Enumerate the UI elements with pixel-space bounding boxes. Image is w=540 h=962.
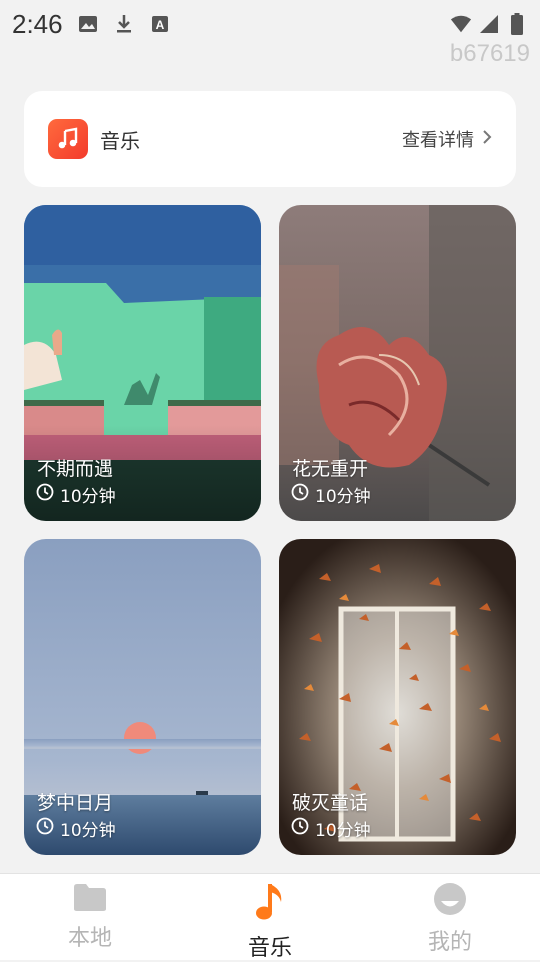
view-details-link[interactable]: 查看详情 bbox=[402, 126, 492, 152]
tile-duration: 10分钟 bbox=[36, 482, 116, 507]
chevron-right-icon bbox=[482, 129, 492, 150]
playlist-tile[interactable]: 破灭童话 10分钟 bbox=[279, 539, 516, 855]
nav-label: 音乐 bbox=[247, 936, 292, 961]
playlist-tile[interactable]: 花无重开 10分钟 bbox=[279, 205, 516, 521]
nav-item-local[interactable]: 本地 bbox=[0, 874, 180, 960]
tile-duration-text: 10分钟 bbox=[60, 487, 116, 507]
text-a-icon: A bbox=[149, 13, 171, 35]
bottom-nav: 本地 音乐 我的 bbox=[0, 873, 540, 961]
status-time: 2:46 bbox=[12, 8, 63, 39]
signal-icon bbox=[478, 13, 500, 35]
view-details-label: 查看详情 bbox=[402, 130, 474, 151]
clock-icon bbox=[291, 483, 309, 506]
tile-title: 梦中日月 bbox=[37, 792, 114, 814]
wifi-icon bbox=[450, 13, 472, 35]
tile-duration: 10分钟 bbox=[291, 482, 371, 507]
nav-label: 本地 bbox=[67, 926, 112, 951]
tile-title: 花无重开 bbox=[292, 458, 369, 480]
tile-duration-text: 10分钟 bbox=[315, 821, 371, 841]
nav-item-music[interactable]: 音乐 bbox=[180, 874, 360, 961]
battery-icon bbox=[506, 13, 528, 35]
clock-icon bbox=[36, 817, 54, 840]
svg-text:A: A bbox=[155, 18, 164, 32]
nav-item-mine[interactable]: 我的 bbox=[360, 874, 540, 960]
music-card-title: 音乐 bbox=[100, 128, 140, 153]
playlist-tile[interactable]: 梦中日月 10分钟 bbox=[24, 539, 261, 855]
tile-title: 破灭童话 bbox=[292, 792, 369, 814]
tile-duration: 10分钟 bbox=[36, 816, 116, 841]
playlist-tile[interactable]: 不期而遇 10分钟 bbox=[24, 205, 261, 521]
folder-icon bbox=[73, 882, 107, 916]
image-icon bbox=[77, 13, 99, 35]
music-note-icon bbox=[48, 119, 88, 159]
tile-duration-text: 10分钟 bbox=[60, 821, 116, 841]
clock-icon bbox=[291, 817, 309, 840]
music-note-icon bbox=[255, 882, 285, 926]
tile-duration-text: 10分钟 bbox=[315, 487, 371, 507]
clock-icon bbox=[36, 483, 54, 506]
music-card[interactable]: 音乐 查看详情 bbox=[24, 91, 516, 187]
watermark: b67619 bbox=[449, 40, 530, 67]
nav-label: 我的 bbox=[427, 930, 472, 955]
tile-title: 不期而遇 bbox=[37, 458, 114, 480]
profile-icon bbox=[433, 882, 467, 920]
tile-duration: 10分钟 bbox=[291, 816, 371, 841]
download-icon bbox=[113, 13, 135, 35]
